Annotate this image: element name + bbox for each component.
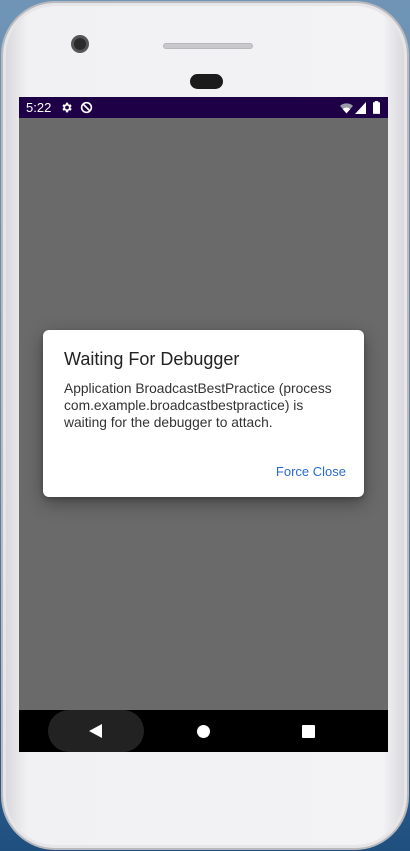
back-icon[interactable]	[89, 724, 103, 738]
status-time: 5:22	[26, 100, 52, 115]
force-close-button[interactable]: Force Close	[276, 463, 346, 481]
proximity-sensor	[190, 74, 223, 89]
dialog-message: Application BroadcastBestPractice (proce…	[64, 381, 332, 430]
navigation-bar	[19, 710, 388, 752]
signal-icon	[355, 102, 366, 114]
dnd-icon	[80, 101, 93, 114]
gear-icon	[62, 102, 72, 113]
home-icon[interactable]	[197, 725, 210, 738]
waiting-for-debugger-dialog: Waiting For Debugger Application Broadca…	[43, 330, 364, 497]
front-camera	[71, 35, 89, 53]
recents-icon[interactable]	[302, 725, 315, 738]
dialog-title: Waiting For Debugger	[64, 349, 240, 369]
earpiece-speaker	[163, 43, 253, 49]
device-screen: 5:22 Waiting For Debugger Application Br…	[19, 97, 388, 752]
wifi-icon	[340, 103, 353, 114]
status-bar: 5:22	[19, 97, 388, 118]
battery-icon	[373, 101, 380, 114]
